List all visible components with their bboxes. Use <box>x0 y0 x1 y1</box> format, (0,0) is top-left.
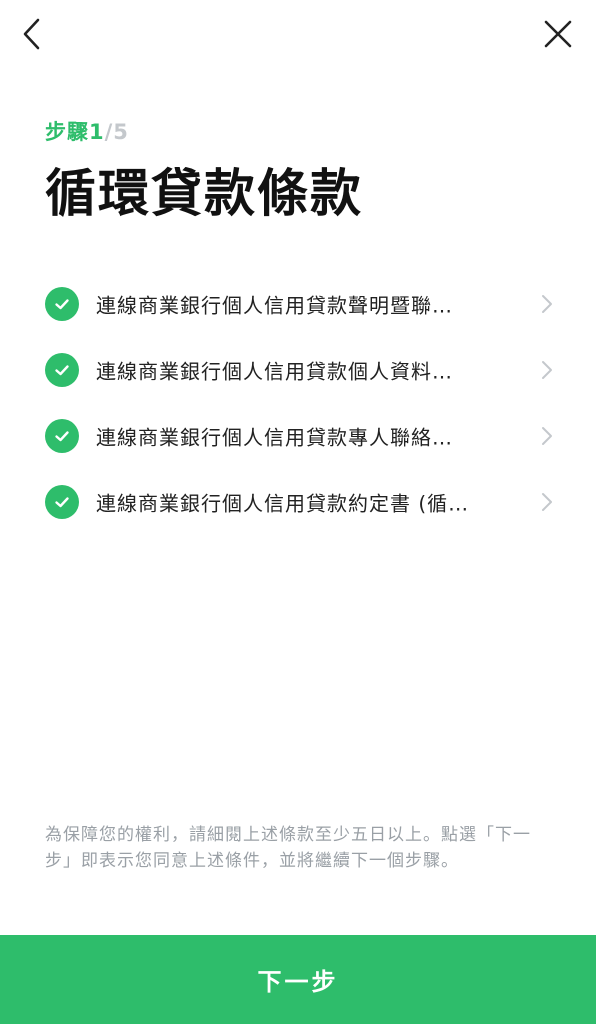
term-item-3[interactable]: 連線商業銀行個人信用貸款專人聯絡… <box>0 403 596 469</box>
back-button[interactable] <box>10 12 54 56</box>
terms-list: 連線商業銀行個人信用貸款聲明暨聯… 連線商業銀行個人信用貸款個人資料… 連線商業… <box>0 271 596 535</box>
loan-terms-screen: 步驟1/5 循環貸款條款 連線商業銀行個人信用貸款聲明暨聯… 連線商業銀行個人信… <box>0 0 596 1024</box>
term-label: 連線商業銀行個人信用貸款專人聯絡… <box>96 425 453 450</box>
term-label: 連線商業銀行個人信用貸款個人資料… <box>96 359 453 384</box>
close-icon <box>544 20 572 48</box>
next-step-button[interactable]: 下一步 <box>0 935 596 1024</box>
term-item-1[interactable]: 連線商業銀行個人信用貸款聲明暨聯… <box>0 271 596 337</box>
page-title: 循環貸款條款 <box>45 165 364 224</box>
check-circle-icon <box>45 419 79 453</box>
check-circle-icon <box>45 485 79 519</box>
step-indicator: 步驟1/5 <box>45 116 129 146</box>
step-total: /5 <box>104 120 129 144</box>
check-circle-icon <box>45 287 79 321</box>
step-current: 1 <box>89 120 105 144</box>
top-bar <box>0 0 596 70</box>
term-item-2[interactable]: 連線商業銀行個人信用貸款個人資料… <box>0 337 596 403</box>
chevron-right-icon <box>540 491 554 513</box>
step-word: 步驟 <box>45 120 89 144</box>
check-circle-icon <box>45 353 79 387</box>
term-item-4[interactable]: 連線商業銀行個人信用貸款約定書 (循… <box>0 469 596 535</box>
term-label: 連線商業銀行個人信用貸款約定書 (循… <box>96 491 470 516</box>
chevron-right-icon <box>540 425 554 447</box>
chevron-right-icon <box>540 359 554 381</box>
chevron-left-icon <box>23 18 40 50</box>
consent-notice: 為保障您的權利，請細閱上述條款至少五日以上。點選「下一步」即表示您同意上述條件，… <box>45 825 531 871</box>
close-button[interactable] <box>536 12 580 56</box>
chevron-right-icon <box>540 293 554 315</box>
term-label: 連線商業銀行個人信用貸款聲明暨聯… <box>96 293 453 318</box>
